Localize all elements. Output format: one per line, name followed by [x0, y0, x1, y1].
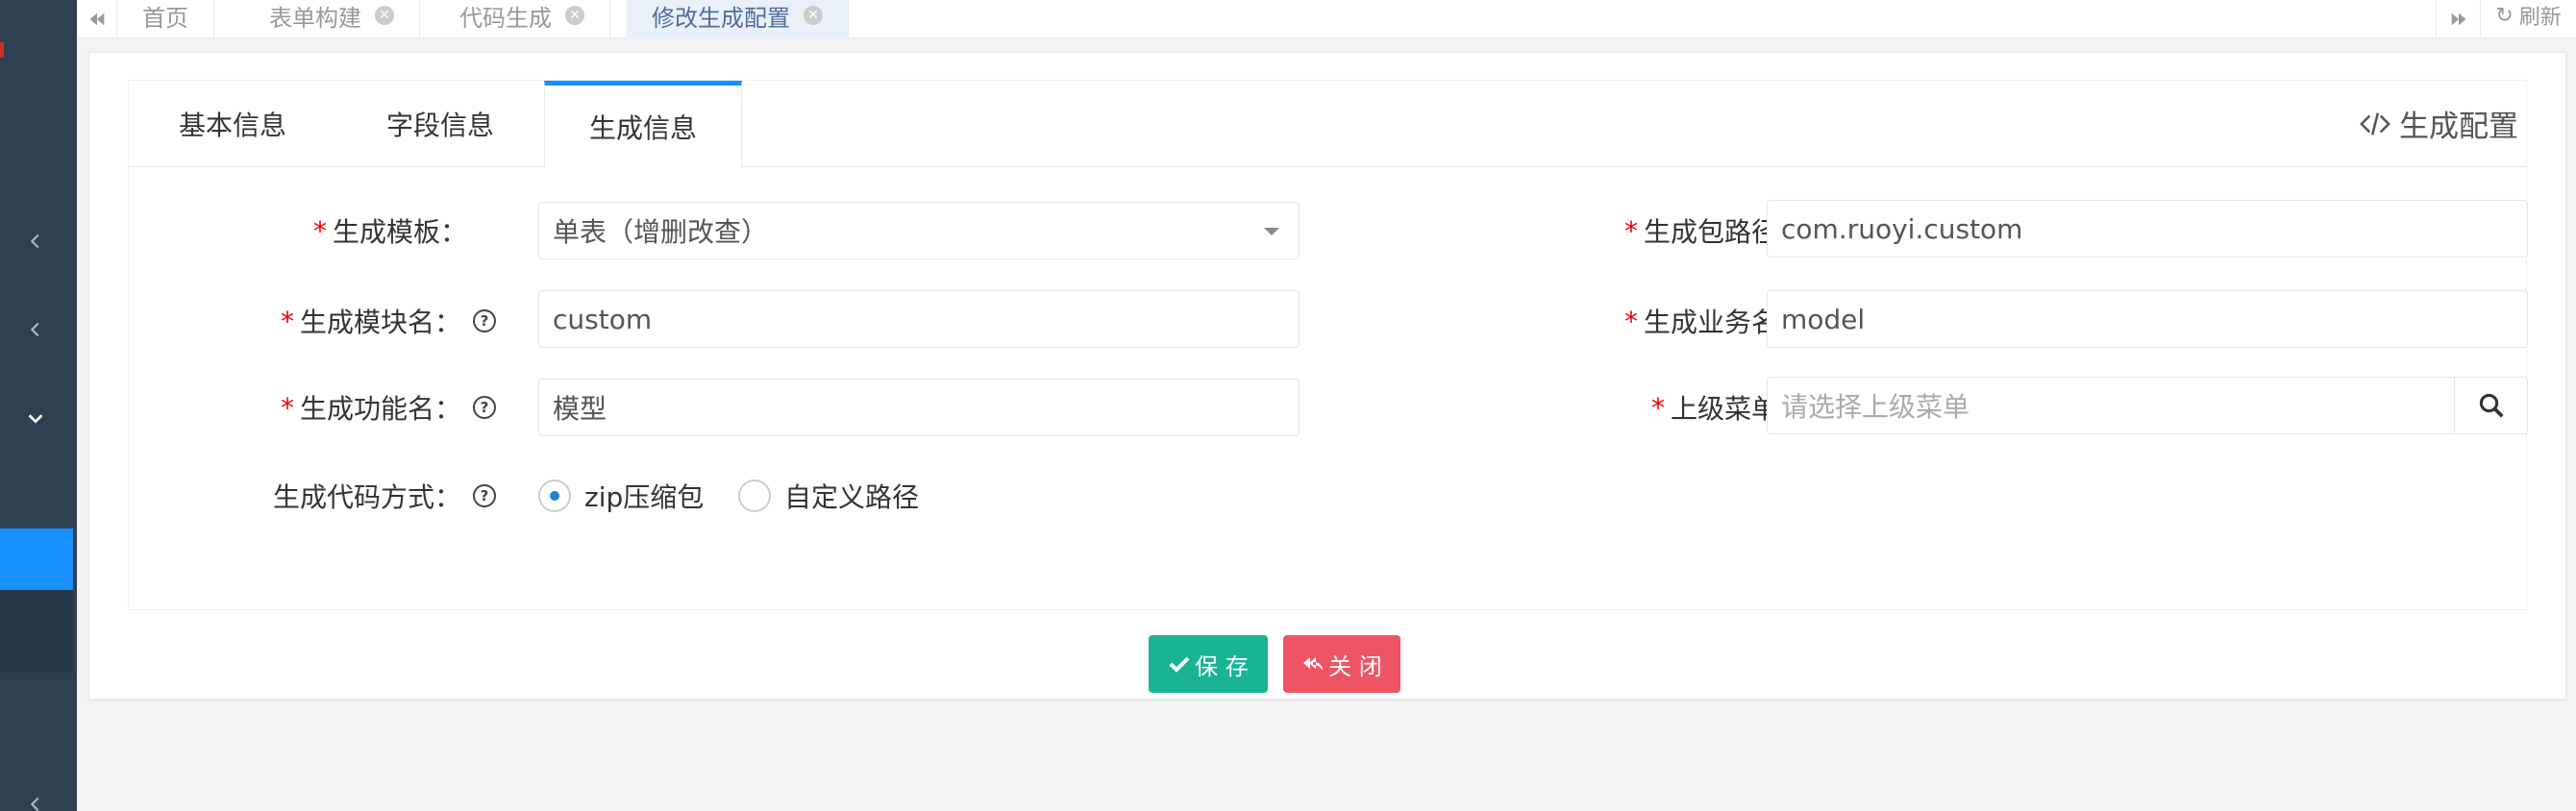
function-name-value: 模型	[553, 393, 607, 425]
tab-field-info[interactable]: 字段信息	[336, 81, 544, 167]
function-name-label: * 生成功能名： ?	[129, 379, 496, 436]
module-name-value: custom	[553, 303, 653, 335]
code-icon	[2360, 111, 2390, 135]
sidebar-submenu	[0, 590, 73, 673]
refresh-icon: ↻	[2495, 3, 2514, 28]
parent-menu-placeholder: 请选择上级菜单	[1781, 391, 1970, 423]
save-label: 保 存	[1195, 652, 1249, 680]
tab-label: 基本信息	[178, 110, 286, 141]
help-icon[interactable]: ?	[473, 484, 496, 507]
tab-close-icon[interactable]: ✕	[804, 6, 823, 25]
reply-all-icon	[1303, 657, 1324, 671]
module-name-input[interactable]: custom	[538, 290, 1300, 348]
caret-down-icon	[1264, 228, 1279, 235]
save-button[interactable]: 保 存	[1149, 635, 1268, 693]
parent-menu-label: * 上级菜单： ?	[1340, 379, 1840, 436]
gen-config-title: 生成配置	[2359, 102, 2518, 145]
tab-edit-gen-config[interactable]: 修改生成配置 ✕	[627, 0, 849, 38]
tab-code-gen[interactable]: 代码生成 ✕	[434, 0, 610, 38]
required-mark: *	[312, 214, 327, 247]
tab-close-icon[interactable]: ✕	[565, 6, 584, 25]
check-icon	[1169, 656, 1190, 673]
gen-type-radio-custom[interactable]: 自定义路径	[738, 477, 919, 515]
business-name-value: model	[1781, 303, 1866, 335]
refresh-button[interactable]: ↻ 刷新	[2480, 0, 2576, 38]
package-path-label: * 生成包路径： ?	[1340, 202, 1840, 259]
chevron-left-icon[interactable]	[25, 231, 46, 252]
tab-label: 代码生成	[459, 4, 552, 32]
tab-label: 生成信息	[588, 112, 697, 144]
tab-close-icon[interactable]: ✕	[375, 6, 394, 25]
package-path-input[interactable]: com.ruoyi.custom	[1767, 200, 2528, 258]
radio-checked-icon[interactable]	[538, 479, 571, 512]
help-icon[interactable]: ?	[473, 396, 496, 419]
chevron-left-icon[interactable]	[25, 319, 46, 340]
gen-config-label: 生成配置	[2399, 110, 2518, 144]
tab-form-build[interactable]: 表单构建 ✕	[244, 0, 420, 38]
tab-label: 表单构建	[269, 4, 361, 32]
forward-icon	[2451, 12, 2465, 26]
label-text: 生成模板：	[332, 216, 467, 248]
close-label: 关 闭	[1328, 652, 1382, 680]
search-icon	[2479, 393, 2504, 418]
required-mark: *	[280, 305, 294, 337]
template-value: 单表（增删改查）	[553, 216, 769, 248]
chevron-left-icon[interactable]	[25, 794, 46, 811]
gen-type-label: 生成代码方式： ?	[129, 467, 496, 525]
function-name-input[interactable]: 模型	[538, 379, 1300, 436]
logo-mark	[0, 42, 4, 58]
required-mark: *	[280, 391, 294, 424]
tab-label: 修改生成配置	[652, 4, 790, 32]
tab-label: 首页	[142, 4, 188, 32]
tab-gen-info[interactable]: 生成信息	[544, 81, 742, 168]
label-text: 生成模块名：	[299, 307, 461, 338]
label-text: 生成功能名：	[299, 393, 461, 425]
backward-icon	[89, 12, 104, 26]
radio-unchecked-icon[interactable]	[738, 479, 771, 512]
radio-label: 自定义路径	[784, 481, 920, 513]
required-mark: *	[1623, 214, 1638, 247]
form-tabs: 基本信息 字段信息 生成信息 生成配置	[129, 81, 2526, 168]
parent-menu-input[interactable]: 请选择上级菜单	[1767, 377, 2455, 434]
business-name-input[interactable]: model	[1767, 290, 2528, 348]
required-mark: *	[1650, 391, 1665, 424]
template-label: * 生成模板：	[129, 202, 467, 259]
package-path-value: com.ruoyi.custom	[1781, 212, 2023, 245]
business-name-label: * 生成业务名： ?	[1340, 292, 1840, 350]
chevron-down-icon[interactable]	[25, 407, 46, 429]
form-panel: 基本信息 字段信息 生成信息 生成配置 * 生成模板： 单表（增删改查） * 生…	[128, 80, 2528, 610]
parent-menu-search-button[interactable]	[2455, 377, 2528, 434]
sidebar	[0, 0, 77, 811]
template-select[interactable]: 单表（增删改查）	[538, 202, 1300, 259]
sidebar-item-active[interactable]	[0, 528, 73, 590]
label-text: 生成代码方式：	[272, 481, 461, 513]
module-name-label: * 生成模块名： ?	[129, 292, 496, 350]
tab-home[interactable]: 首页	[117, 0, 214, 38]
page-tabs-bar: 首页 表单构建 ✕ 代码生成 ✕ 修改生成配置 ✕ ↻ 刷新	[77, 0, 2576, 38]
tabs-scroll-left-button[interactable]	[77, 0, 117, 38]
tabs-scroll-right-button[interactable]	[2436, 0, 2480, 38]
help-icon[interactable]: ?	[473, 309, 496, 332]
gen-type-radio-zip[interactable]: zip压缩包	[538, 477, 704, 515]
radio-label: zip压缩包	[584, 481, 705, 513]
close-button[interactable]: 关 闭	[1283, 635, 1400, 693]
tab-basic-info[interactable]: 基本信息	[129, 81, 336, 167]
tab-label: 字段信息	[385, 110, 494, 141]
required-mark: *	[1623, 305, 1638, 337]
refresh-label: 刷新	[2518, 6, 2562, 30]
gen-config-card: 基本信息 字段信息 生成信息 生成配置 * 生成模板： 单表（增删改查） * 生…	[88, 52, 2566, 700]
